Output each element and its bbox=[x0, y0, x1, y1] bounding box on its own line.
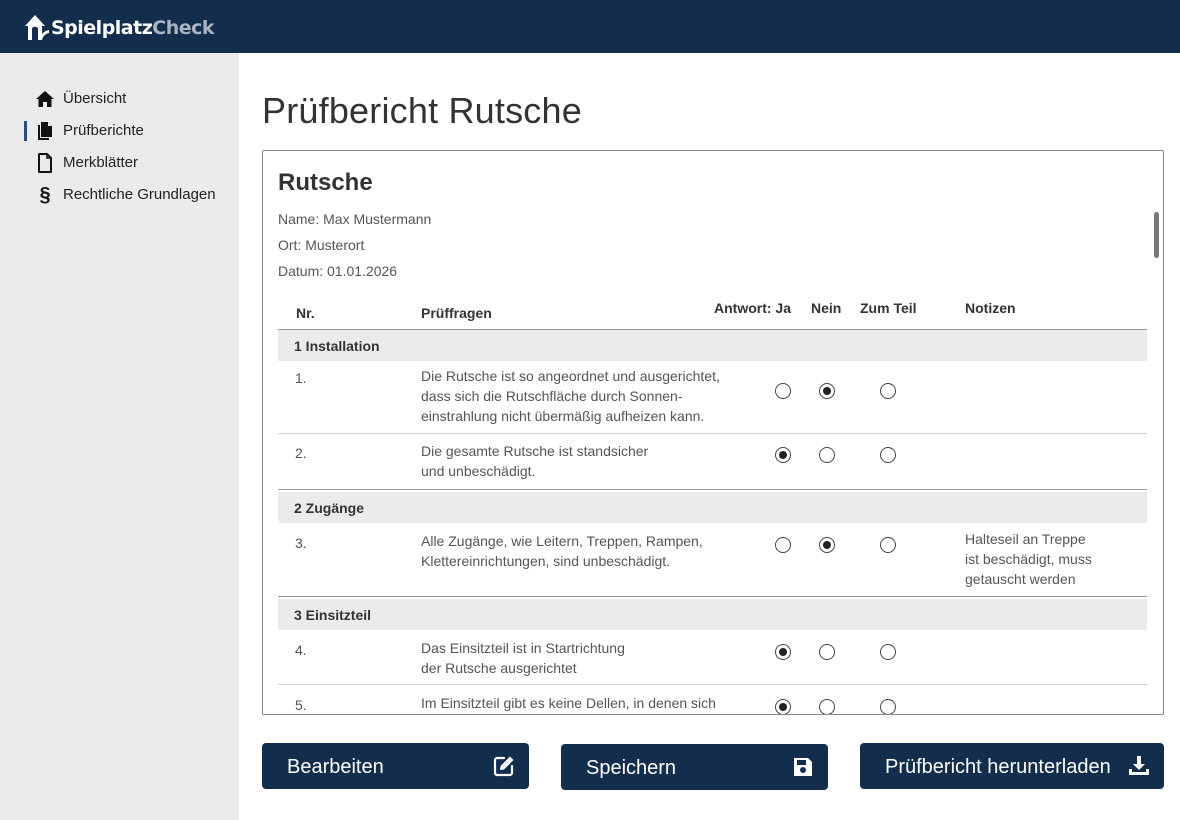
answer-yes-radio[interactable] bbox=[775, 537, 791, 553]
answer-no-radio[interactable] bbox=[819, 699, 835, 714]
report-panel[interactable]: Rutsche Name: Max Mustermann Ort: Muster… bbox=[262, 150, 1164, 715]
sidebar-item-label: Rechtliche Grundlagen bbox=[63, 186, 216, 203]
sidebar-item-label: Übersicht bbox=[63, 90, 127, 107]
section-title: 3 Einsitzteil bbox=[294, 607, 372, 623]
answer-partial-radio[interactable] bbox=[880, 447, 896, 463]
question-line: einstrahlung nicht übermäßig aufheizen k… bbox=[421, 408, 705, 424]
answer-no-radio[interactable] bbox=[819, 383, 835, 399]
section-divider bbox=[278, 596, 1147, 597]
answer-no-radio[interactable] bbox=[819, 447, 835, 463]
active-indicator bbox=[24, 89, 27, 109]
section-title: 2 Zugänge bbox=[294, 500, 365, 516]
question-text: Die Rutsche ist so angeordnet und ausger… bbox=[421, 366, 751, 426]
question-line: Die Rutsche ist so angeordnet und ausger… bbox=[421, 368, 720, 384]
documents-icon bbox=[35, 121, 55, 141]
download-report-button[interactable]: Prüfbericht herunterladen bbox=[860, 743, 1164, 789]
brand-name-part1: Spielplatz bbox=[51, 17, 153, 39]
row-number: 2. bbox=[295, 445, 307, 461]
question-line: Im Einsitzteil gibt es keine Dellen, in … bbox=[421, 695, 716, 711]
sidebar-item-merkblaetter[interactable]: Merkblätter bbox=[24, 151, 234, 175]
row-number: 4. bbox=[295, 642, 307, 658]
save-button-label: Speichern bbox=[586, 757, 677, 779]
sidebar-item-rechtliche-grundlagen[interactable]: § Rechtliche Grundlagen bbox=[24, 183, 234, 207]
scrollbar-thumb[interactable] bbox=[1154, 212, 1159, 258]
question-line: Klettereinrichtungen, sind unbeschädigt. bbox=[421, 553, 671, 569]
report-date: Datum: 01.01.2026 bbox=[278, 263, 398, 279]
note-text: Halteseil an Treppe ist beschädigt, muss… bbox=[965, 529, 1125, 589]
section-title: 1 Installation bbox=[294, 338, 380, 354]
answer-no-radio[interactable] bbox=[819, 644, 835, 660]
answer-yes-radio[interactable] bbox=[775, 699, 791, 714]
row-divider bbox=[278, 433, 1147, 434]
app-logo[interactable]: SpielplatzCheck bbox=[24, 12, 215, 42]
row-number: 5. bbox=[295, 697, 307, 713]
download-button-label: Prüfbericht herunterladen bbox=[885, 756, 1111, 778]
question-line: und unbeschädigt. bbox=[421, 463, 536, 479]
answer-partial-radio[interactable] bbox=[880, 537, 896, 553]
section-header: 1 Installation bbox=[278, 330, 1147, 361]
report-name: Name: Max Mustermann bbox=[278, 211, 432, 227]
question-line: der Rutsche ausgerichtet bbox=[421, 660, 577, 676]
paragraph-icon: § bbox=[39, 183, 51, 206]
save-button[interactable]: Speichern bbox=[561, 744, 828, 790]
answer-partial-radio[interactable] bbox=[880, 644, 896, 660]
playground-house-icon bbox=[25, 15, 49, 40]
question-text: Alle Zugänge, wie Leitern, Treppen, Ramp… bbox=[421, 531, 751, 571]
active-indicator bbox=[24, 153, 27, 173]
answer-yes-radio[interactable] bbox=[775, 383, 791, 399]
brand-name-part2: Check bbox=[152, 17, 215, 39]
question-line: dass sich die Rutschfläche durch Sonnen- bbox=[421, 388, 683, 404]
answer-partial-radio[interactable] bbox=[880, 699, 896, 714]
document-icon bbox=[35, 153, 55, 173]
section-divider bbox=[278, 489, 1147, 490]
question-line: Das Einsitzteil ist in Startrichtung bbox=[421, 640, 625, 656]
top-bar: SpielplatzCheck bbox=[0, 0, 1180, 53]
home-icon bbox=[35, 89, 55, 109]
active-indicator bbox=[24, 121, 27, 141]
note-line: Halteseil an Treppe bbox=[965, 531, 1086, 547]
answer-yes-radio[interactable] bbox=[775, 447, 791, 463]
section-header: 3 Einsitzteil bbox=[278, 599, 1147, 630]
active-indicator bbox=[24, 185, 27, 205]
column-header-yes: Antwort: Ja bbox=[714, 300, 791, 316]
sidebar-item-uebersicht[interactable]: Übersicht bbox=[24, 87, 234, 111]
column-header-notes: Notizen bbox=[965, 300, 1016, 316]
report-location: Ort: Musterort bbox=[278, 237, 365, 253]
question-text: Im Einsitzteil gibt es keine Dellen, in … bbox=[421, 693, 761, 713]
section-header: 2 Zugänge bbox=[278, 492, 1147, 523]
note-line: getauscht werden bbox=[965, 571, 1076, 587]
sidebar-item-label: Prüfberichte bbox=[63, 122, 144, 139]
column-header-question: Prüffragen bbox=[421, 305, 492, 321]
edit-button[interactable]: Bearbeiten bbox=[262, 743, 529, 789]
question-line: Die gesamte Rutsche ist standsicher bbox=[421, 443, 649, 459]
edit-icon bbox=[493, 756, 514, 777]
question-line: Alle Zugänge, wie Leitern, Treppen, Ramp… bbox=[421, 533, 703, 549]
row-number: 1. bbox=[295, 370, 307, 386]
row-divider bbox=[278, 684, 1147, 685]
report-title: Rutsche bbox=[278, 169, 373, 196]
column-header-partial: Zum Teil bbox=[860, 300, 917, 316]
sidebar-item-label: Merkblätter bbox=[63, 154, 139, 171]
answer-partial-radio[interactable] bbox=[880, 383, 896, 399]
question-text: Die gesamte Rutsche ist standsicher und … bbox=[421, 441, 751, 481]
floppy-disk-icon bbox=[794, 758, 812, 776]
edit-button-label: Bearbeiten bbox=[287, 756, 384, 778]
column-header-nr: Nr. bbox=[296, 305, 315, 321]
sidebar: Übersicht Prüfberichte Merkblätter § Rec… bbox=[0, 53, 239, 820]
answer-yes-radio[interactable] bbox=[775, 644, 791, 660]
answer-no-radio[interactable] bbox=[819, 537, 835, 553]
question-text: Das Einsitzteil ist in Startrichtung der… bbox=[421, 638, 751, 678]
note-line: ist beschädigt, muss bbox=[965, 551, 1092, 567]
sidebar-item-pruefberichte[interactable]: Prüfberichte bbox=[24, 119, 234, 143]
column-header-no: Nein bbox=[811, 300, 842, 316]
page-title: Prüfbericht Rutsche bbox=[262, 90, 582, 131]
row-number: 3. bbox=[295, 535, 307, 551]
download-icon bbox=[1129, 756, 1149, 775]
